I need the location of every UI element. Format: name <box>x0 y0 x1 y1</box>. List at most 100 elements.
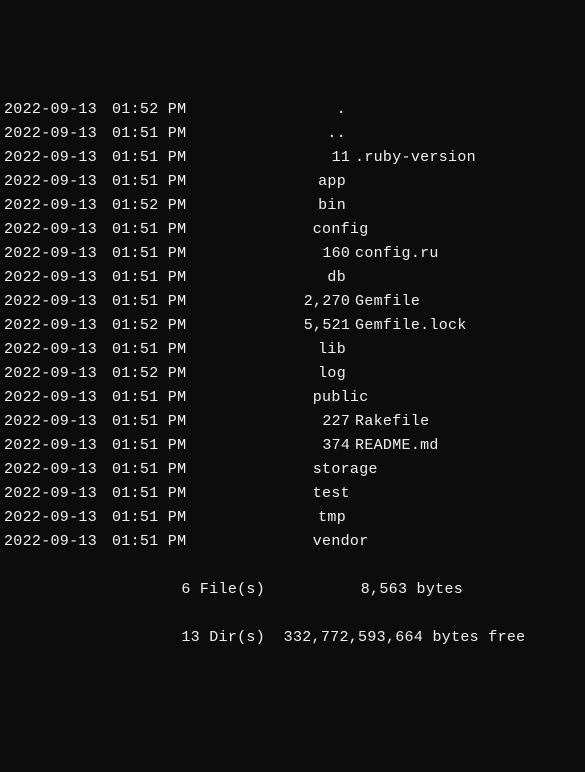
entry-time: 01:51 PM <box>112 410 184 434</box>
entry-name: storage <box>313 458 378 482</box>
listing-row: 2022-09-13 01:51 PM tmp <box>4 506 581 530</box>
entry-date: 2022-09-13 <box>4 194 94 218</box>
entry-date: 2022-09-13 <box>4 266 94 290</box>
listing-row: 2022-09-13 01:51 PM lib <box>4 338 581 362</box>
listing-row: 2022-09-13 01:51 PM storage <box>4 458 581 482</box>
entry-name: public <box>313 386 369 410</box>
entry-time: 01:51 PM <box>112 530 184 554</box>
listing-row: 2022-09-1301:51 PM .. <box>4 122 581 146</box>
listing-row: 2022-09-13 01:51 PM config <box>4 218 581 242</box>
entry-date: 2022-09-13 <box>4 170 94 194</box>
entry-time: 01:51 PM <box>112 242 184 266</box>
entry-name: test <box>313 482 350 506</box>
entry-dirsize: lib <box>220 338 346 362</box>
summary-dirs-bytes: 332,772,593,664 bytes free <box>284 629 526 646</box>
entry-date: 2022-09-13 <box>4 434 94 458</box>
listing-row: 2022-09-13 01:51 PM test <box>4 482 581 506</box>
entry-dirsize: app <box>220 170 346 194</box>
entry-dirsize: . <box>220 98 346 122</box>
entry-time: 01:52 PM <box>112 362 184 386</box>
entry-date: 2022-09-13 <box>4 98 94 122</box>
entry-name: lib <box>318 338 346 362</box>
entry-date: 2022-09-13 <box>4 122 94 146</box>
entry-name: bin <box>318 194 346 218</box>
entry-date: 2022-09-13 <box>4 314 94 338</box>
listing-row: 2022-09-13 01:52 PM bin <box>4 194 581 218</box>
entry-date: 2022-09-13 <box>4 218 94 242</box>
entry-dirsize: storage <box>220 458 346 482</box>
entry-name: db <box>327 266 346 290</box>
listing-row: 2022-09-13 01:51 PM 2,270 Gemfile <box>4 290 581 314</box>
entry-name: .ruby-version <box>355 146 476 170</box>
entry-dirsize: bin <box>220 194 346 218</box>
entry-time: 01:52 PM <box>112 194 184 218</box>
listing-row: 2022-09-13 01:51 PM 160 config.ru <box>4 242 581 266</box>
entry-time: 01:52 PM <box>112 314 184 338</box>
listing-row: 2022-09-13 01:52 PM . <box>4 98 581 122</box>
entry-name: Rakefile <box>355 410 429 434</box>
entry-name: README.md <box>355 434 439 458</box>
entry-name: Gemfile.lock <box>355 314 467 338</box>
summary-files-bytes: 8,563 bytes <box>265 578 463 602</box>
summary-files-row: 6 File(s)8,563 bytes <box>4 578 581 602</box>
summary-dirs-row: 13 Dir(s) 332,772,593,664 bytes free <box>4 626 581 650</box>
entry-dirsize: 11 <box>220 146 346 170</box>
entry-name: Gemfile <box>355 290 420 314</box>
entry-dirsize: 2,270 <box>220 290 346 314</box>
entry-dirsize: db <box>220 266 346 290</box>
entry-name: config <box>313 218 369 242</box>
entry-date: 2022-09-13 <box>4 290 94 314</box>
entry-name: log <box>318 362 346 386</box>
entry-time: 01:51 PM <box>112 434 184 458</box>
listing-row: 2022-09-13 01:51 PM 374 README.md <box>4 434 581 458</box>
entry-time: 01:51 PM <box>112 338 184 362</box>
entry-date: 2022-09-13 <box>4 242 94 266</box>
entry-date: 2022-09-13 <box>4 362 94 386</box>
listing-row: 2022-09-13 01:51 PM 11 .ruby-version <box>4 146 581 170</box>
entry-dirsize: .. <box>220 122 346 146</box>
entry-date: 2022-09-13 <box>4 530 94 554</box>
entry-name: app <box>318 170 346 194</box>
summary-dirs-label: 13 Dir(s) <box>4 626 265 650</box>
entry-date: 2022-09-13 <box>4 506 94 530</box>
entry-date: 2022-09-13 <box>4 386 94 410</box>
entry-time: 01:51 PM <box>112 458 184 482</box>
listing-row: 2022-09-13 01:52 PM 5,521 Gemfile.lock <box>4 314 581 338</box>
entry-dirsize: 227 <box>220 410 346 434</box>
entry-time: 01:51 PM <box>112 482 184 506</box>
entry-dirsize: test <box>220 482 346 506</box>
entry-time: 01:51 PM <box>112 290 184 314</box>
listing-row: 2022-09-13 01:52 PM log <box>4 362 581 386</box>
entry-time: 01:51 PM <box>112 170 184 194</box>
listing-row: 2022-09-13 01:51 PM db <box>4 266 581 290</box>
entry-time: 01:52 PM <box>112 98 184 122</box>
entry-name: .. <box>327 122 346 146</box>
entry-dirsize: tmp <box>220 506 346 530</box>
entry-date: 2022-09-13 <box>4 482 94 506</box>
entry-dirsize: public <box>220 386 346 410</box>
entry-dirsize: 5,521 <box>220 314 346 338</box>
listing-row: 2022-09-13 01:51 PM app <box>4 170 581 194</box>
entry-dirsize: config <box>220 218 346 242</box>
directory-listing: 2022-09-1301:52 PM .2022-09-1301:51 PM .… <box>4 98 581 554</box>
entry-date: 2022-09-13 <box>4 146 94 170</box>
listing-row: 2022-09-13 01:51 PM 227 Rakefile <box>4 410 581 434</box>
entry-date: 2022-09-13 <box>4 410 94 434</box>
entry-name: config.ru <box>355 242 439 266</box>
entry-name: . <box>337 98 346 122</box>
entry-time: 01:51 PM <box>112 218 184 242</box>
entry-name: tmp <box>318 506 346 530</box>
entry-time: 01:51 PM <box>112 386 184 410</box>
entry-date: 2022-09-13 <box>4 338 94 362</box>
summary-files-label: 6 File(s) <box>4 578 265 602</box>
entry-name: vendor <box>313 530 369 554</box>
entry-dirsize: log <box>220 362 346 386</box>
entry-date: 2022-09-13 <box>4 458 94 482</box>
listing-row: 2022-09-13 01:51 PM vendor <box>4 530 581 554</box>
entry-dirsize: vendor <box>220 530 346 554</box>
entry-dirsize: 374 <box>220 434 346 458</box>
entry-dirsize: 160 <box>220 242 346 266</box>
entry-time: 01:51 PM <box>112 266 184 290</box>
entry-time: 01:51 PM <box>112 146 184 170</box>
entry-time: 01:51 PM <box>112 506 184 530</box>
